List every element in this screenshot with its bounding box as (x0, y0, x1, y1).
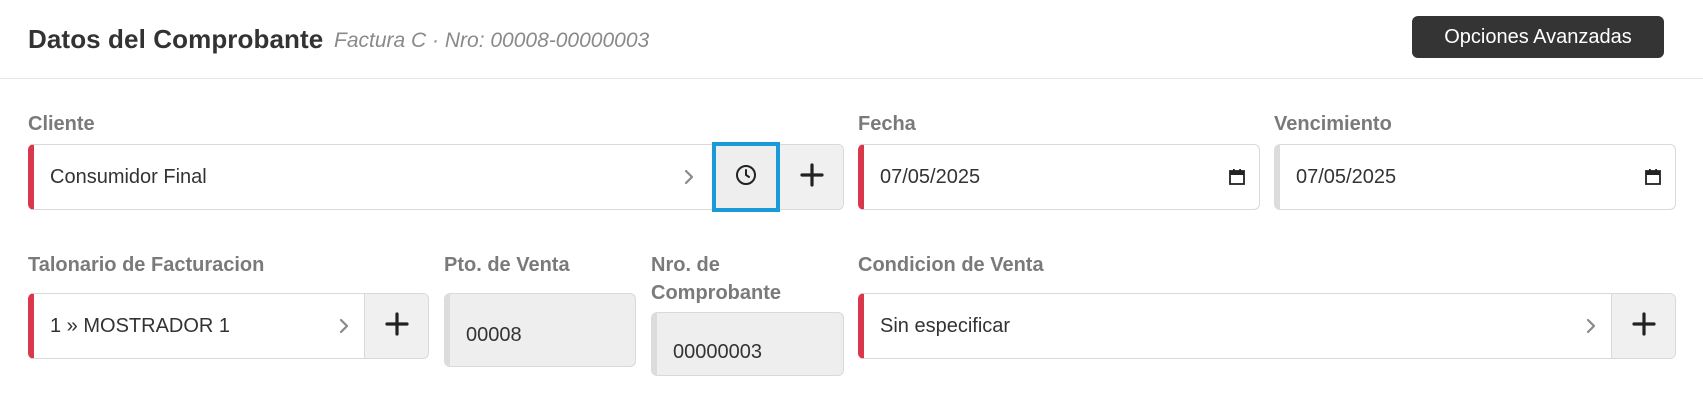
chevron-right-icon (324, 294, 364, 358)
condicion-label: Condicion de Venta (858, 254, 1044, 276)
talonario-value: 1 » MOSTRADOR 1 (50, 314, 231, 337)
chevron-right-icon (669, 145, 709, 209)
condicion-value: Sin especificar (880, 314, 1011, 337)
recent-clients-button[interactable] (712, 142, 780, 212)
nro-comprobante-label-1: Nro. de (651, 254, 720, 276)
add-talonario-button[interactable] (364, 294, 428, 358)
invoice-subtitle: Factura C · Nro: 00008-00000003 (334, 29, 650, 52)
nro-comprobante-field: 00000003 (651, 312, 844, 376)
card-header: Datos del Comprobante Factura C · Nro: 0… (0, 0, 1703, 79)
plus-icon (1631, 311, 1656, 341)
pto-venta-label: Pto. de Venta (444, 254, 570, 276)
add-cliente-button[interactable] (779, 145, 843, 209)
talonario-label: Talonario de Facturacion (28, 254, 265, 276)
vencimiento-value: 07/05/2025 (1296, 165, 1397, 188)
calendar-icon[interactable] (1215, 145, 1259, 209)
nro-comprobante-label-2: Comprobante (651, 282, 781, 304)
page-title: Datos del Comprobante (28, 24, 324, 54)
pto-venta-field: 00008 (444, 293, 636, 367)
add-condicion-button[interactable] (1611, 294, 1675, 358)
cliente-value: Consumidor Final (50, 165, 207, 188)
clock-icon (734, 163, 758, 192)
vencimiento-label: Vencimiento (1274, 113, 1392, 135)
cliente-label: Cliente (28, 113, 95, 135)
fecha-date-input[interactable]: 07/05/2025 (858, 144, 1260, 210)
talonario-select[interactable]: 1 » MOSTRADOR 1 (28, 293, 429, 359)
condicion-select[interactable]: Sin especificar (858, 293, 1676, 359)
fecha-label: Fecha (858, 113, 916, 135)
advanced-options-button[interactable]: Opciones Avanzadas (1412, 16, 1664, 58)
fecha-value: 07/05/2025 (880, 165, 981, 188)
vencimiento-date-input[interactable]: 07/05/2025 (1274, 144, 1676, 210)
chevron-right-icon (1571, 294, 1611, 358)
plus-icon (384, 311, 409, 341)
calendar-icon[interactable] (1631, 145, 1675, 209)
plus-icon (799, 162, 824, 192)
